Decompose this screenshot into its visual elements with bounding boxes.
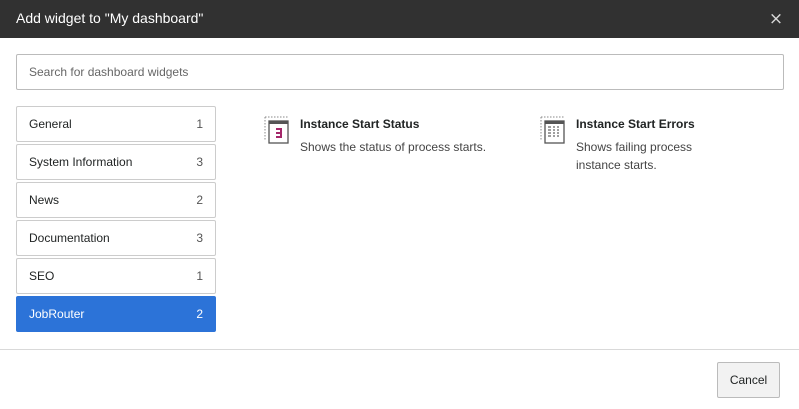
modal-title: Add widget to "My dashboard": [16, 10, 204, 26]
category-count: 1: [196, 269, 203, 283]
description-line: Shows the status of process starts.: [300, 140, 487, 154]
category-count: 3: [196, 155, 203, 169]
description-line: Shows failing process: [576, 140, 693, 154]
category-seo[interactable]: SEO 1: [16, 258, 216, 294]
category-system-information[interactable]: System Information 3: [16, 144, 216, 180]
instance-status-icon: [264, 116, 289, 144]
category-news[interactable]: News 2: [16, 182, 216, 218]
category-label: News: [29, 193, 60, 207]
category-general[interactable]: General 1: [16, 106, 216, 142]
category-label: SEO: [29, 269, 55, 283]
close-icon[interactable]: ×: [767, 10, 785, 28]
widget-title: Instance Start Status: [300, 117, 420, 131]
category-label: JobRouter: [29, 307, 85, 321]
category-label: System Information: [29, 155, 133, 169]
category-label: General: [29, 117, 72, 131]
category-count: 1: [196, 117, 203, 131]
widget-title: Instance Start Errors: [576, 117, 695, 131]
category-count: 3: [196, 231, 203, 245]
cancel-button[interactable]: Cancel: [717, 362, 780, 398]
widget-description: Shows the status of process starts.: [300, 138, 486, 156]
footer-divider: [0, 349, 799, 350]
modal-header: Add widget to "My dashboard" ×: [0, 0, 799, 38]
category-label: Documentation: [29, 231, 110, 245]
category-count: 2: [196, 307, 203, 321]
widget-description: Shows failing process instance starts.: [576, 138, 692, 174]
category-documentation[interactable]: Documentation 3: [16, 220, 216, 256]
description-line: instance starts.: [576, 158, 657, 172]
category-count: 2: [196, 193, 203, 207]
instance-errors-icon: [540, 116, 565, 144]
category-jobrouter[interactable]: JobRouter 2: [16, 296, 216, 332]
search-input[interactable]: [16, 54, 784, 90]
